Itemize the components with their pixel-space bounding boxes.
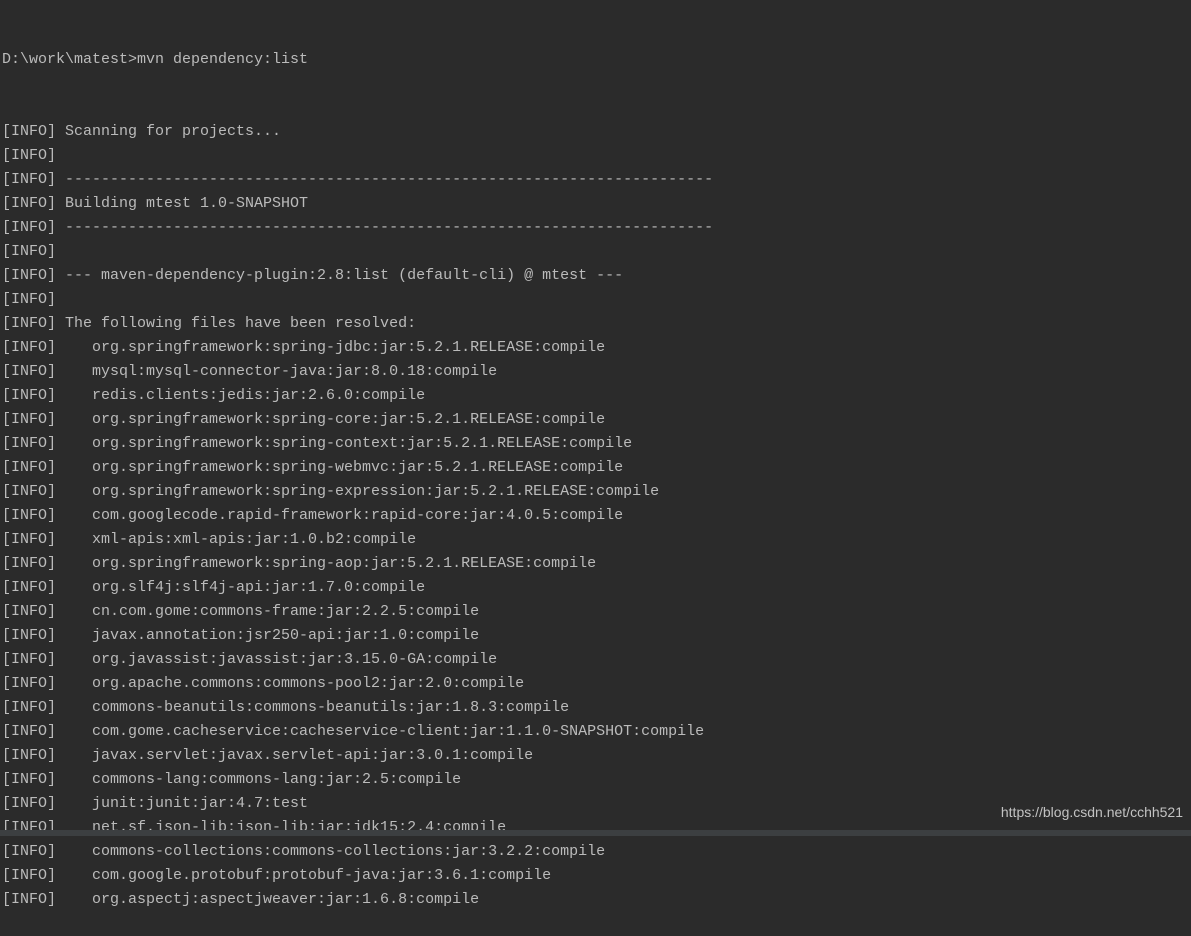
output-line: [INFO] commons-lang:commons-lang:jar:2.5… [2,768,1189,792]
output-line: [INFO] commons-beanutils:commons-beanuti… [2,696,1189,720]
output-line: [INFO] ---------------------------------… [2,168,1189,192]
output-line: [INFO] [2,288,1189,312]
watermark-text: https://blog.csdn.net/cchh521 [1001,800,1183,824]
output-line: [INFO] [2,144,1189,168]
output-line: [INFO] com.googlecode.rapid-framework:ra… [2,504,1189,528]
output-line: [INFO] org.springframework:spring-contex… [2,432,1189,456]
output-line: [INFO] Scanning for projects... [2,120,1189,144]
output-line: [INFO] ---------------------------------… [2,216,1189,240]
output-line: [INFO] com.google.protobuf:protobuf-java… [2,864,1189,888]
output-line: [INFO] Building mtest 1.0-SNAPSHOT [2,192,1189,216]
output-line: [INFO] --- maven-dependency-plugin:2.8:l… [2,264,1189,288]
output-line: [INFO] javax.servlet:javax.servlet-api:j… [2,744,1189,768]
output-line: [INFO] javax.annotation:jsr250-api:jar:1… [2,624,1189,648]
output-line: [INFO] org.springframework:spring-expres… [2,480,1189,504]
output-line: [INFO] org.springframework:spring-aop:ja… [2,552,1189,576]
output-line: [INFO] org.springframework:spring-webmvc… [2,456,1189,480]
output-line: [INFO] xml-apis:xml-apis:jar:1.0.b2:comp… [2,528,1189,552]
output-line: [INFO] org.aspectj:aspectjweaver:jar:1.6… [2,888,1189,912]
output-line: [INFO] cn.com.gome:commons-frame:jar:2.2… [2,600,1189,624]
output-line: [INFO] com.gome.cacheservice:cacheservic… [2,720,1189,744]
output-line: [INFO] redis.clients:jedis:jar:2.6.0:com… [2,384,1189,408]
output-line: [INFO] commons-collections:commons-colle… [2,840,1189,864]
output-line: [INFO] org.springframework:spring-jdbc:j… [2,336,1189,360]
output-line: [INFO] [2,240,1189,264]
shell-command: mvn dependency:list [137,51,308,68]
output-line: [INFO] The following files have been res… [2,312,1189,336]
output-line: [INFO] org.springframework:spring-core:j… [2,408,1189,432]
shell-prompt: D:\work\matest> [2,51,137,68]
output-line: [INFO] mysql:mysql-connector-java:jar:8.… [2,360,1189,384]
output-lines-container: [INFO] Scanning for projects...[INFO][IN… [2,120,1189,912]
output-line: [INFO] org.slf4j:slf4j-api:jar:1.7.0:com… [2,576,1189,600]
output-line: [INFO] org.apache.commons:commons-pool2:… [2,672,1189,696]
bottom-bar [0,830,1191,836]
output-line: [INFO] org.javassist:javassist:jar:3.15.… [2,648,1189,672]
command-line: D:\work\matest>mvn dependency:list [2,48,1189,72]
terminal-output[interactable]: D:\work\matest>mvn dependency:list [INFO… [0,0,1191,936]
